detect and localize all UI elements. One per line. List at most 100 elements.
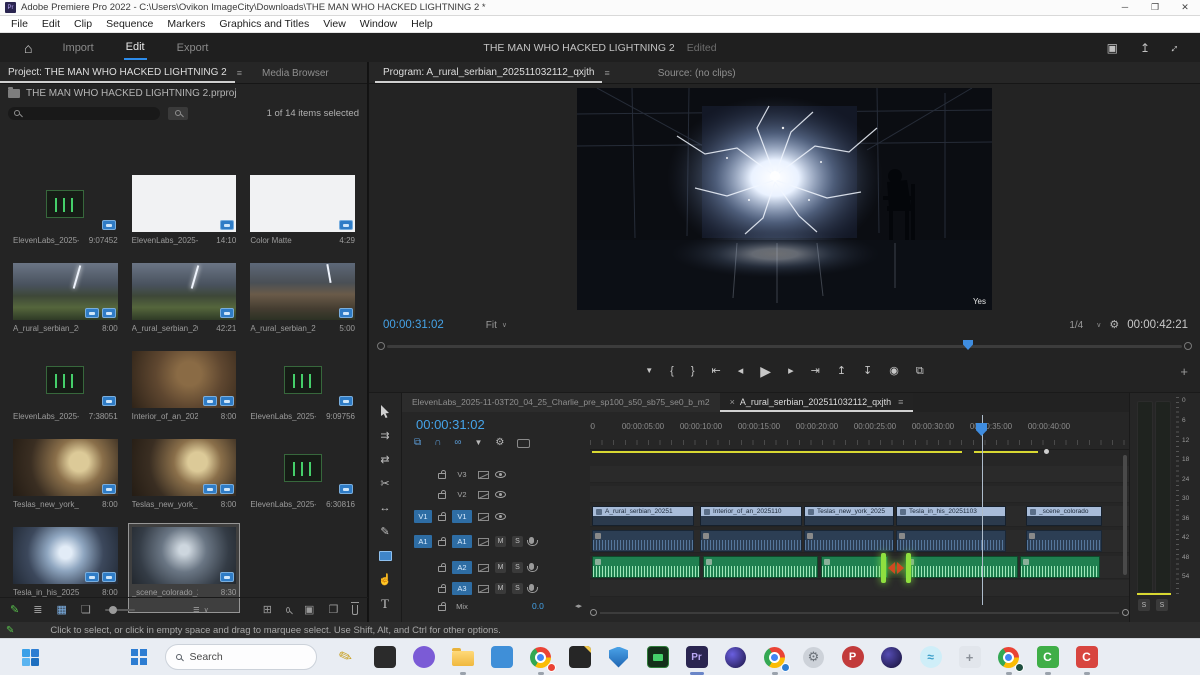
freeform-view-button[interactable]: ❏ bbox=[81, 605, 91, 616]
file-explorer-icon[interactable] bbox=[450, 644, 476, 670]
search-input[interactable] bbox=[8, 107, 160, 120]
voiceover-clip[interactable] bbox=[905, 556, 1018, 578]
snap-toggle-icon[interactable]: ∩ bbox=[434, 438, 441, 448]
solo-left-button[interactable]: S bbox=[1138, 599, 1150, 611]
track-header-v2[interactable]: V2 bbox=[402, 486, 590, 503]
export-frame-button[interactable]: ◉ bbox=[889, 366, 899, 377]
type-tool[interactable]: T bbox=[373, 593, 397, 614]
vertical-scrollbar[interactable] bbox=[1123, 455, 1127, 575]
program-timecode[interactable]: 00:00:31:02 bbox=[383, 319, 444, 331]
menu-markers[interactable]: Markers bbox=[160, 18, 212, 30]
track-header-v3[interactable]: V3 bbox=[402, 466, 590, 483]
keyframe-nav-icon[interactable]: ◂▸ bbox=[575, 602, 582, 610]
scrollbar-handle[interactable] bbox=[590, 609, 597, 616]
edit-pencil-icon[interactable]: ✎ bbox=[10, 605, 19, 616]
audio-clip[interactable] bbox=[804, 530, 894, 552]
step-back-button[interactable]: ◂ bbox=[738, 366, 744, 377]
project-item[interactable]: A_rural_serbian_2025...5:00 bbox=[247, 260, 358, 348]
go-to-in-button[interactable]: ⇤ bbox=[712, 366, 721, 377]
project-item[interactable]: ElevenLabs_2025-11-...14:10 bbox=[129, 172, 240, 260]
settings-wrench-icon[interactable]: ⚙ bbox=[1109, 320, 1119, 331]
timeline-settings-wrench-icon[interactable]: ⚙ bbox=[495, 438, 504, 448]
project-item[interactable]: A_rural_serbian_202...42:21 bbox=[129, 260, 240, 348]
source-patch-v1[interactable]: V1 bbox=[414, 510, 432, 523]
sync-lock-icon[interactable] bbox=[478, 564, 489, 572]
notes-app-icon[interactable] bbox=[567, 644, 593, 670]
solo-right-button[interactable]: S bbox=[1156, 599, 1168, 611]
notepad-app-icon[interactable] bbox=[372, 644, 398, 670]
track-header-v1[interactable]: V1 V1 bbox=[402, 506, 590, 527]
menu-graphics[interactable]: Graphics and Titles bbox=[212, 18, 316, 30]
menu-clip[interactable]: Clip bbox=[67, 18, 99, 30]
audio-clip[interactable] bbox=[1026, 530, 1102, 552]
time-ruler[interactable]: 00:00 00:00:05:00 00:00:10:00 00:00:15:0… bbox=[590, 414, 1129, 450]
tab-program[interactable]: Program: A_rural_serbian_202511032112_qx… bbox=[375, 63, 602, 83]
video-app-icon[interactable] bbox=[645, 644, 671, 670]
voiceover-mic-icon[interactable] bbox=[529, 584, 534, 591]
track-header-a1[interactable]: A1 A1 M S bbox=[402, 530, 590, 553]
chat-app-icon[interactable] bbox=[411, 644, 437, 670]
playback-resolution-select[interactable]: 1/4 bbox=[1069, 320, 1083, 331]
share-icon[interactable]: ↥ bbox=[1140, 42, 1150, 54]
start-button[interactable] bbox=[131, 649, 147, 665]
voiceover-clip[interactable] bbox=[592, 556, 700, 578]
timeline-tab-active[interactable]: × A_rural_serbian_202511032112_qxjth ≡ bbox=[720, 393, 914, 412]
menu-view[interactable]: View bbox=[316, 18, 353, 30]
solo-button[interactable]: S bbox=[512, 583, 523, 594]
menu-sequence[interactable]: Sequence bbox=[99, 18, 160, 30]
widgets-button[interactable] bbox=[22, 649, 39, 666]
sync-lock-icon[interactable] bbox=[478, 513, 489, 521]
list-view-button[interactable]: ≣ bbox=[33, 605, 42, 616]
menu-window[interactable]: Window bbox=[353, 18, 404, 30]
lock-icon[interactable] bbox=[438, 473, 446, 479]
selected-edit-point[interactable] bbox=[881, 553, 911, 583]
pen-tool[interactable]: ✎ bbox=[373, 521, 397, 542]
eye-icon[interactable] bbox=[495, 513, 506, 520]
home-icon[interactable]: ⌂ bbox=[24, 41, 32, 55]
project-item[interactable]: ElevenLabs_2025-...9:07452 bbox=[10, 172, 121, 260]
project-item[interactable]: ElevenLabs_2025-...6:30816 bbox=[247, 436, 358, 524]
selection-tool[interactable] bbox=[373, 401, 397, 422]
timeline-clip[interactable]: _scene_colorado bbox=[1026, 506, 1102, 526]
sort-icon[interactable]: ≡ bbox=[193, 605, 199, 616]
device-app-icon[interactable] bbox=[489, 644, 515, 670]
menu-help[interactable]: Help bbox=[404, 18, 440, 30]
lock-icon[interactable] bbox=[438, 587, 446, 593]
lock-icon[interactable] bbox=[438, 605, 446, 611]
project-item[interactable]: Interior_of_an_202511...8:00 bbox=[129, 348, 240, 436]
project-item[interactable]: A_rural_serbian_2025...8:00 bbox=[10, 260, 121, 348]
captions-icon[interactable] bbox=[517, 439, 530, 448]
audio-meter-bars[interactable] bbox=[1137, 401, 1171, 593]
track-a3-lane[interactable] bbox=[590, 580, 1129, 597]
track-a2-lane[interactable] bbox=[590, 556, 1129, 579]
find-button[interactable] bbox=[286, 607, 290, 613]
mark-in-button[interactable]: { bbox=[670, 366, 674, 377]
mix-level-value[interactable]: 0.0 bbox=[532, 601, 544, 611]
voiceover-mic-icon[interactable] bbox=[529, 537, 534, 544]
zoom-level-select[interactable]: Fit bbox=[486, 320, 497, 331]
program-playhead[interactable] bbox=[963, 340, 973, 350]
source-patch-a1[interactable]: A1 bbox=[414, 535, 432, 548]
audio-clip[interactable] bbox=[700, 530, 802, 552]
lock-icon[interactable] bbox=[438, 493, 446, 499]
mute-button[interactable]: M bbox=[495, 583, 506, 594]
filter-bin-button[interactable] bbox=[168, 107, 188, 120]
track-a1-lane[interactable] bbox=[590, 530, 1129, 553]
mute-button[interactable]: M bbox=[495, 536, 506, 547]
ripple-edit-tool[interactable]: ⇄ bbox=[373, 449, 397, 470]
mute-button[interactable]: M bbox=[495, 562, 506, 573]
nest-toggle-icon[interactable]: ⧉ bbox=[414, 438, 421, 448]
new-item-button[interactable]: ❐ bbox=[328, 605, 338, 616]
project-item[interactable]: ElevenLabs_2025-...7:38051 bbox=[10, 348, 121, 436]
track-v3-lane[interactable] bbox=[590, 466, 1129, 483]
lock-icon[interactable] bbox=[438, 566, 446, 572]
razor-tool[interactable]: ✂ bbox=[373, 473, 397, 494]
icon-view-button[interactable]: ▦ bbox=[56, 605, 66, 616]
automate-to-sequence-button[interactable]: ⊞ bbox=[263, 605, 272, 616]
solo-button[interactable]: S bbox=[512, 562, 523, 573]
track-v2-lane[interactable] bbox=[590, 486, 1129, 503]
lift-button[interactable]: ↥ bbox=[837, 366, 846, 377]
panel-menu-icon[interactable]: ≡ bbox=[237, 68, 242, 78]
track-header-a3[interactable]: A3 M S bbox=[402, 580, 590, 597]
timeline-timecode[interactable]: 00:00:31:02 bbox=[416, 417, 485, 432]
